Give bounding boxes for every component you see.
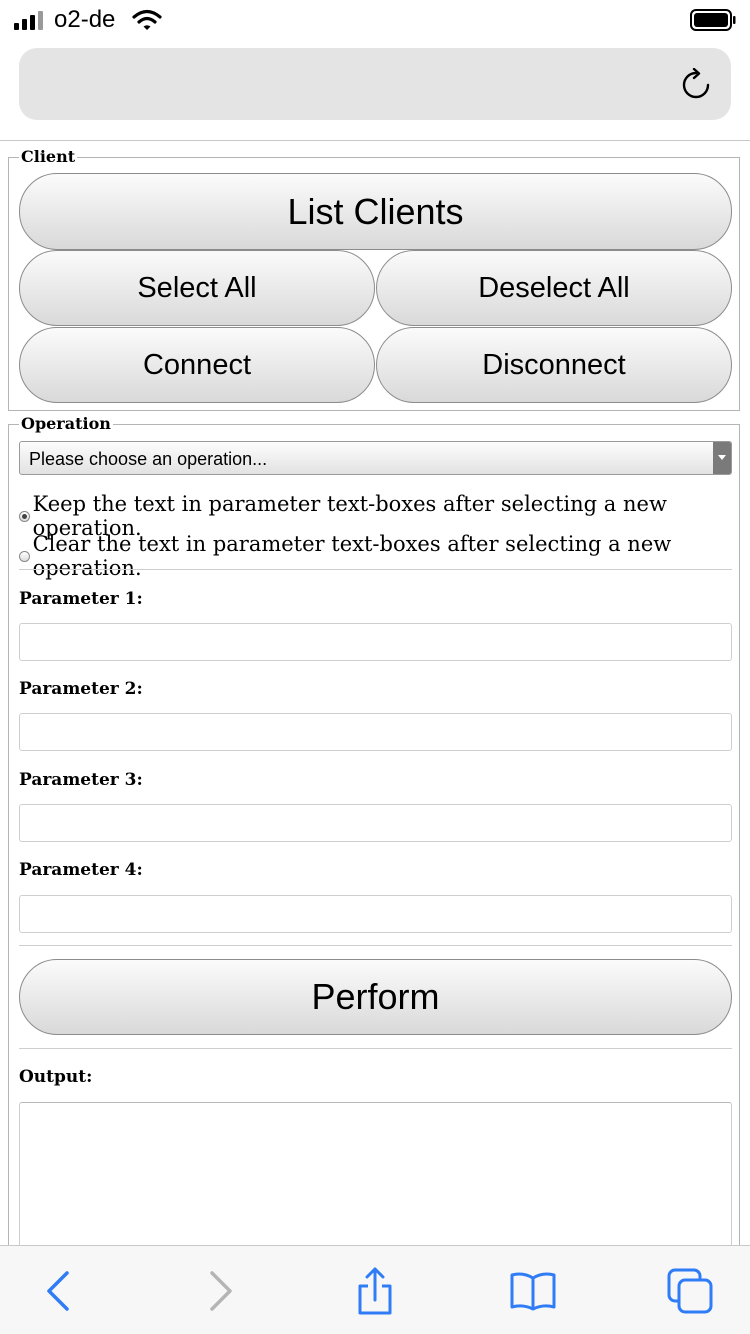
chevron-down-icon (713, 442, 731, 474)
parameter-4-input[interactable] (19, 895, 732, 933)
address-bar-divider (0, 140, 750, 141)
radio-keep[interactable] (19, 510, 30, 522)
radio-clear-label: Clear the text in parameter text-boxes a… (32, 532, 672, 580)
perform-button[interactable]: Perform (19, 959, 732, 1035)
parameter-1-input[interactable] (19, 623, 732, 661)
chevron-right-icon (210, 1271, 232, 1311)
book-icon (510, 1272, 556, 1311)
parameter-1-label: Parameter 1: (19, 589, 143, 609)
divider (19, 569, 732, 570)
deselect-all-button[interactable]: Deselect All (376, 250, 732, 326)
parameter-3-input[interactable] (19, 804, 732, 842)
tabs-button[interactable] (665, 1266, 715, 1316)
parameter-4-label: Parameter 4: (19, 860, 143, 880)
divider (19, 1048, 732, 1049)
parameter-2-input[interactable] (19, 713, 732, 751)
carrier-name: o2-de (54, 6, 116, 33)
output-textarea[interactable] (19, 1102, 732, 1262)
tabs-icon (667, 1268, 713, 1314)
divider (19, 945, 732, 946)
share-icon (358, 1267, 392, 1315)
status-bar: o2-de (0, 0, 750, 40)
forward-button[interactable] (194, 1266, 244, 1316)
battery-icon (690, 9, 736, 31)
back-button[interactable] (35, 1266, 85, 1316)
reload-icon[interactable] (679, 68, 713, 102)
browser-toolbar (0, 1245, 750, 1334)
address-bar[interactable] (19, 48, 731, 120)
client-legend: Client (19, 147, 78, 166)
radio-clear-row[interactable]: Clear the text in parameter text-boxes a… (19, 532, 750, 580)
parameter-2-label: Parameter 2: (19, 679, 143, 699)
connect-button[interactable]: Connect (19, 327, 375, 403)
bookmarks-button[interactable] (508, 1266, 558, 1316)
wifi-icon (132, 9, 162, 30)
disconnect-button[interactable]: Disconnect (376, 327, 732, 403)
list-clients-button[interactable]: List Clients (19, 173, 732, 250)
cellular-signal-icon (14, 10, 48, 30)
chevron-left-icon (47, 1271, 69, 1311)
radio-clear[interactable] (19, 550, 30, 562)
share-button[interactable] (350, 1266, 400, 1316)
operation-select-value: Please choose an operation... (29, 449, 268, 469)
operation-select[interactable]: Please choose an operation... (19, 441, 732, 475)
parameter-3-label: Parameter 3: (19, 770, 143, 790)
output-label: Output: (19, 1067, 93, 1087)
select-all-button[interactable]: Select All (19, 250, 375, 326)
operation-legend: Operation (19, 414, 113, 433)
